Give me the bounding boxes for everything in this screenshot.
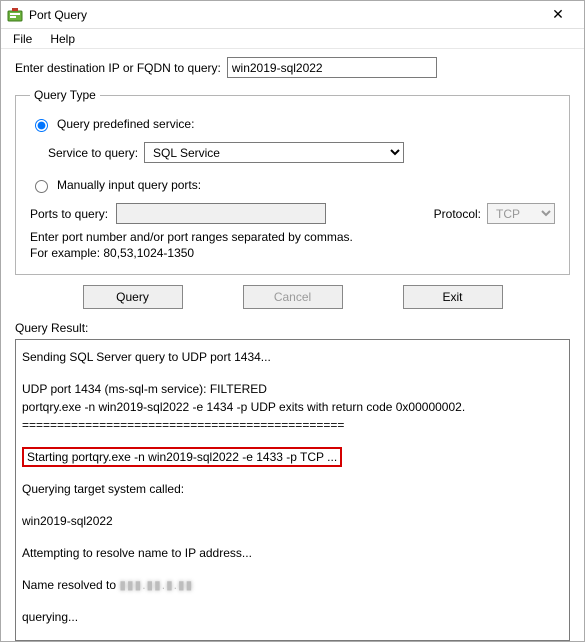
app-icon	[7, 7, 23, 23]
menubar: File Help	[1, 29, 584, 49]
titlebar: Port Query ✕	[1, 1, 584, 29]
manual-radio-row: Manually input query ports:	[30, 177, 555, 193]
result-line: Attempting to resolve name to IP address…	[22, 544, 563, 562]
result-line: Name resolved to ▮▮▮.▮▮.▮.▮▮	[22, 576, 563, 594]
exit-button[interactable]: Exit	[403, 285, 503, 309]
highlight-box-1: Starting portqry.exe -n win2019-sql2022 …	[22, 447, 342, 467]
result-line: UDP port 1434 (ms-sql-m service): FILTER…	[22, 380, 563, 398]
result-line-highlight: TCP port 1433 (ms-sql-s service): FILTER…	[22, 640, 563, 641]
ports-label: Ports to query:	[30, 207, 108, 221]
service-label: Service to query:	[48, 146, 138, 160]
menu-help[interactable]: Help	[42, 30, 83, 48]
protocol-select: TCP	[487, 203, 555, 224]
button-row: Query Cancel Exit	[15, 285, 570, 309]
predefined-label: Query predefined service:	[57, 117, 194, 131]
query-result-box[interactable]: Sending SQL Server query to UDP port 143…	[15, 339, 570, 641]
service-row: Service to query: SQL Service	[48, 142, 555, 163]
query-type-legend: Query Type	[30, 88, 100, 102]
result-line: querying...	[22, 608, 563, 626]
ports-row: Ports to query: Protocol: TCP	[30, 203, 555, 224]
result-line: Querying target system called:	[22, 480, 563, 498]
query-result-label: Query Result:	[15, 321, 570, 335]
protocol-group: Protocol: TCP	[434, 203, 555, 224]
manual-radio[interactable]	[35, 180, 48, 193]
redacted-ip: ▮▮▮.▮▮.▮.▮▮	[119, 578, 193, 592]
destination-label: Enter destination IP or FQDN to query:	[15, 61, 221, 75]
ports-hint-1: Enter port number and/or port ranges sep…	[30, 230, 555, 244]
result-line-highlight: Starting portqry.exe -n win2019-sql2022 …	[22, 448, 563, 466]
protocol-label: Protocol:	[434, 207, 481, 221]
close-button[interactable]: ✕	[538, 6, 578, 23]
ports-input	[116, 203, 326, 224]
window-title: Port Query	[29, 8, 538, 22]
result-text: Name resolved to	[22, 578, 119, 592]
content: Enter destination IP or FQDN to query: Q…	[1, 49, 584, 641]
ports-hint-2: For example: 80,53,1024-1350	[30, 246, 555, 260]
result-line: ========================================…	[22, 416, 563, 434]
result-line: Sending SQL Server query to UDP port 143…	[22, 348, 563, 366]
result-line: portqry.exe -n win2019-sql2022 -e 1434 -…	[22, 398, 563, 416]
predefined-radio[interactable]	[35, 119, 48, 132]
highlight-box-2: FILTERED	[201, 640, 271, 641]
query-button[interactable]: Query	[83, 285, 183, 309]
cancel-button: Cancel	[243, 285, 343, 309]
destination-input[interactable]	[227, 57, 437, 78]
manual-label: Manually input query ports:	[57, 178, 201, 192]
result-line: win2019-sql2022	[22, 512, 563, 530]
service-select[interactable]: SQL Service	[144, 142, 404, 163]
menu-file[interactable]: File	[5, 30, 40, 48]
destination-row: Enter destination IP or FQDN to query:	[15, 57, 570, 78]
query-type-group: Query Type Query predefined service: Ser…	[15, 88, 570, 275]
predefined-radio-row: Query predefined service:	[30, 116, 555, 132]
